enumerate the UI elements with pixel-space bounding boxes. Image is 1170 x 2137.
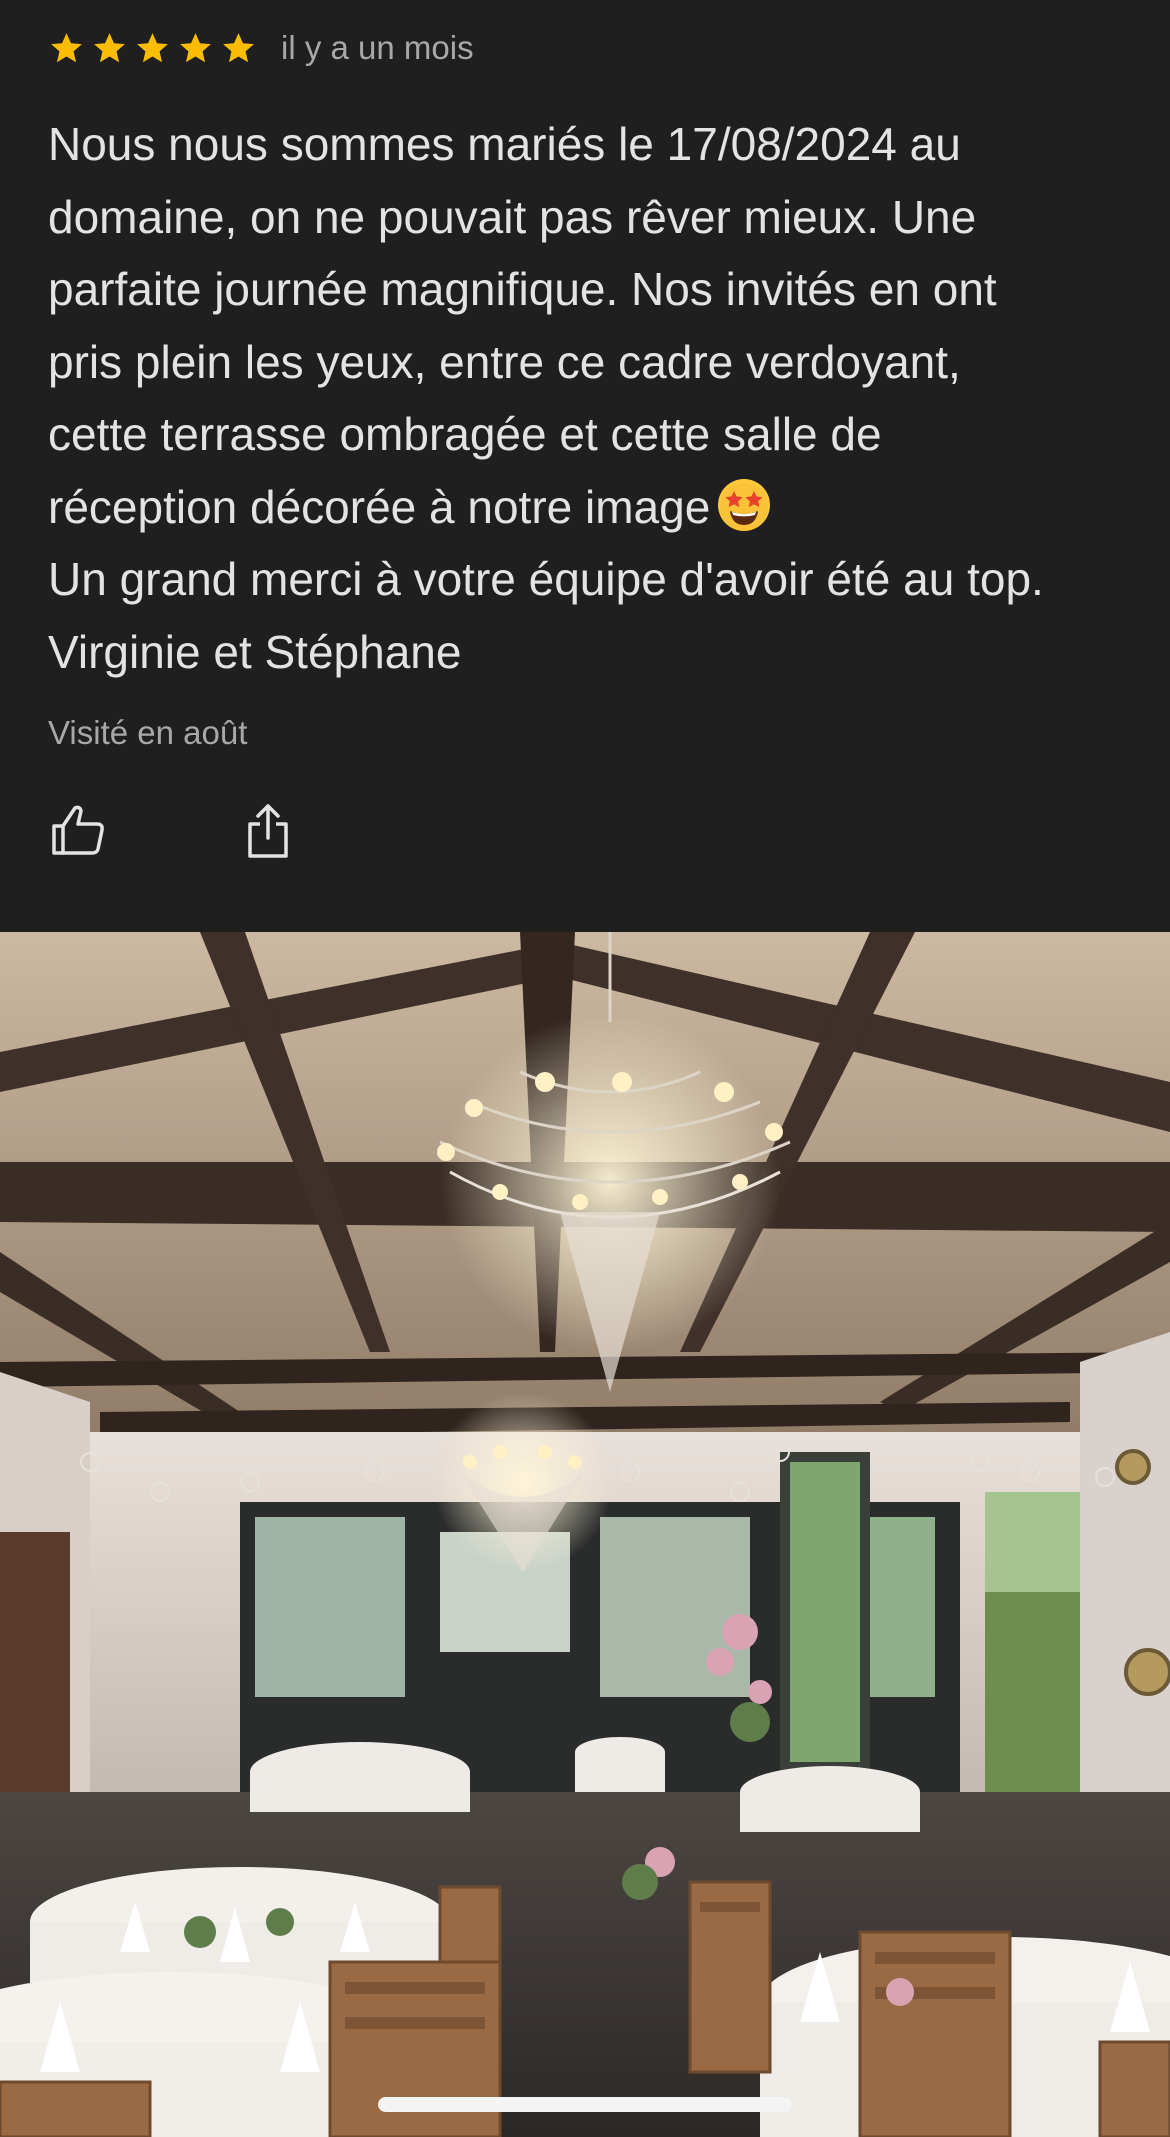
star-rating bbox=[48, 30, 257, 67]
review-time: il y a un mois bbox=[281, 29, 474, 66]
review-card: il y a un mois Nous nous sommes mariés l… bbox=[0, 0, 1170, 932]
review-actions bbox=[48, 800, 298, 860]
home-indicator[interactable] bbox=[378, 2097, 792, 2112]
share-icon bbox=[248, 804, 288, 858]
star-icon bbox=[220, 30, 257, 67]
star-icon bbox=[91, 30, 128, 67]
star-struck-emoji-icon bbox=[716, 477, 772, 533]
like-button[interactable] bbox=[48, 800, 108, 860]
thumbs-up-icon bbox=[52, 805, 104, 855]
rating-row: il y a un mois bbox=[48, 24, 474, 72]
review-text: Nous nous sommes mariés le 17/08/2024 au… bbox=[48, 108, 1128, 688]
reception-hall-image bbox=[0, 932, 1170, 2137]
star-icon bbox=[134, 30, 171, 67]
star-icon bbox=[48, 30, 85, 67]
star-icon bbox=[177, 30, 214, 67]
visit-date: Visité en août bbox=[48, 714, 248, 751]
review-text-part2: Un grand merci à votre équipe d'avoir ét… bbox=[48, 553, 1044, 678]
share-button[interactable] bbox=[238, 800, 298, 860]
review-text-part1: Nous nous sommes mariés le 17/08/2024 au… bbox=[48, 118, 997, 533]
reception-hall-photo[interactable] bbox=[0, 932, 1170, 2137]
